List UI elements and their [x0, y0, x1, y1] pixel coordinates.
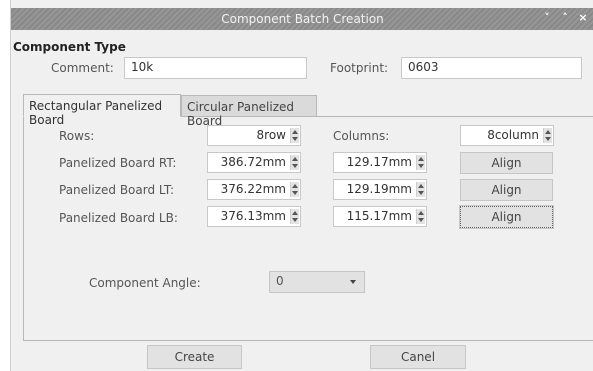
- footprint-label: Footprint:: [330, 61, 389, 75]
- rows-stepper[interactable]: 8row: [207, 125, 301, 146]
- rt-label: Panelized Board RT:: [59, 156, 177, 170]
- columns-value: 8column: [487, 128, 539, 142]
- lb-label: Panelized Board LB:: [59, 211, 178, 225]
- lt-x-value: 376.22mm: [220, 182, 286, 196]
- minimize-icon[interactable]: ˅: [540, 11, 554, 25]
- rows-label: Rows:: [59, 129, 95, 143]
- columns-label: Columns:: [333, 129, 390, 143]
- lt-y-stepper[interactable]: 129.19mm: [333, 179, 427, 200]
- spin-arrows-icon[interactable]: [543, 128, 552, 143]
- lb-x-value: 376.13mm: [220, 209, 286, 223]
- cancel-button[interactable]: Canel: [370, 345, 466, 369]
- spin-arrows-icon[interactable]: [290, 209, 299, 224]
- angle-label: Component Angle:: [89, 276, 201, 290]
- comment-label: Comment:: [51, 61, 114, 75]
- align-rt-button[interactable]: Align: [460, 152, 553, 174]
- spin-arrows-icon[interactable]: [416, 155, 425, 170]
- columns-stepper[interactable]: 8column: [460, 125, 554, 146]
- lt-label: Panelized Board LT:: [59, 183, 174, 197]
- rt-y-stepper[interactable]: 129.17mm: [333, 152, 427, 173]
- rt-x-stepper[interactable]: 386.72mm: [207, 152, 301, 173]
- tab-rectangular[interactable]: Rectangular Panelized Board: [23, 94, 181, 127]
- lt-x-stepper[interactable]: 376.22mm: [207, 179, 301, 200]
- spin-arrows-icon[interactable]: [416, 209, 425, 224]
- rt-x-value: 386.72mm: [220, 155, 286, 169]
- angle-value: 0: [276, 274, 284, 288]
- tab-panel: [23, 116, 593, 341]
- footprint-field[interactable]: 0603: [401, 57, 582, 79]
- close-icon[interactable]: ×: [576, 11, 590, 25]
- create-button[interactable]: Create: [147, 345, 242, 369]
- window-title: Component Batch Creation: [221, 12, 384, 26]
- spin-arrows-icon[interactable]: [416, 182, 425, 197]
- dialog-window: Component Batch Creation ˅ ˄ × Component…: [10, 0, 593, 371]
- angle-select[interactable]: 0: [269, 271, 365, 293]
- component-type-heading: Component Type: [13, 40, 126, 54]
- lb-y-stepper[interactable]: 115.17mm: [333, 206, 427, 227]
- spin-arrows-icon[interactable]: [290, 128, 299, 143]
- rows-value: 8row: [256, 128, 286, 142]
- chevron-down-icon: [350, 280, 356, 284]
- lb-x-stepper[interactable]: 376.13mm: [207, 206, 301, 227]
- rt-y-value: 129.17mm: [346, 155, 412, 169]
- spin-arrows-icon[interactable]: [290, 182, 299, 197]
- spin-arrows-icon[interactable]: [290, 155, 299, 170]
- lb-y-value: 115.17mm: [346, 209, 412, 223]
- maximize-icon[interactable]: ˄: [558, 11, 572, 25]
- align-lt-button[interactable]: Align: [460, 179, 553, 201]
- align-lb-button[interactable]: Align: [459, 205, 554, 229]
- lt-y-value: 129.19mm: [346, 182, 412, 196]
- title-bar[interactable]: Component Batch Creation ˅ ˄ ×: [11, 8, 593, 30]
- tab-circular[interactable]: Circular Panelized Board: [181, 95, 317, 128]
- comment-field[interactable]: 10k: [124, 57, 307, 79]
